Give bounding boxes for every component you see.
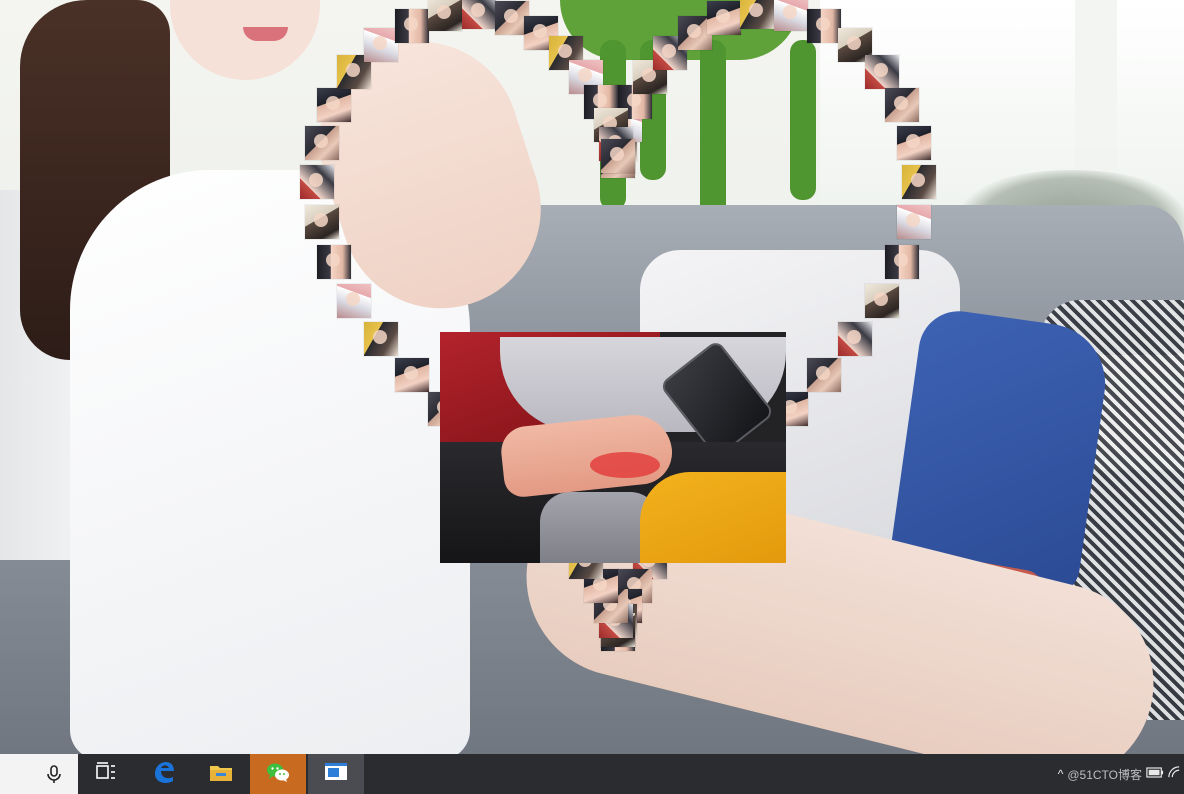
heart-thumbnail[interactable] (428, 0, 462, 31)
heart-thumbnail[interactable] (885, 245, 919, 279)
heart-thumbnail[interactable] (885, 88, 919, 122)
taskbar-search-box[interactable] (0, 754, 78, 794)
heart-thumbnail[interactable] (462, 0, 496, 29)
heart-thumbnail[interactable] (395, 358, 429, 392)
heart-thumbnail[interactable] (807, 9, 841, 43)
heart-thumbnail[interactable] (317, 88, 351, 122)
task-view-button[interactable] (78, 754, 134, 794)
heart-thumbnail[interactable] (317, 245, 351, 279)
heart-thumbnail[interactable] (865, 55, 899, 89)
heart-thumbnail[interactable] (300, 165, 334, 199)
edge-button[interactable] (136, 754, 192, 794)
watermark-text: @51CTO博客 (1067, 767, 1142, 782)
heart-thumbnail[interactable] (395, 9, 429, 43)
heart-thumbnail[interactable] (305, 126, 339, 160)
heart-thumbnail[interactable] (707, 1, 741, 35)
wifi-icon[interactable] (1168, 765, 1180, 783)
app-window-button[interactable] (308, 754, 364, 794)
taskbar: ^ @51CTO博客 (0, 754, 1184, 794)
photo-yellow-sweater (640, 472, 786, 563)
heart-thumbnail[interactable] (897, 126, 931, 160)
wechat-button[interactable] (250, 754, 306, 794)
heart-thumbnail[interactable] (364, 28, 398, 62)
wechat-icon (265, 759, 291, 790)
window-icon (323, 759, 349, 790)
task-view-icon (93, 759, 119, 790)
heart-thumbnail[interactable] (838, 322, 872, 356)
edge-icon (151, 759, 177, 790)
folder-icon (208, 759, 234, 790)
heart-thumbnail[interactable] (305, 205, 339, 239)
heart-thumbnail[interactable] (601, 139, 635, 173)
heart-thumbnail[interactable] (865, 284, 899, 318)
heart-thumbnail[interactable] (902, 165, 936, 199)
heart-thumbnail[interactable] (740, 0, 774, 29)
center-photo[interactable] (440, 332, 786, 563)
show-hidden-icons-chevron[interactable]: ^ (1058, 767, 1064, 781)
microphone-icon[interactable] (44, 764, 64, 784)
photo-lipstick-swatch (590, 452, 660, 478)
heart-thumbnail[interactable] (897, 205, 931, 239)
system-tray: ^ @51CTO博客 (1058, 754, 1184, 794)
heart-thumbnail[interactable] (774, 0, 808, 31)
heart-thumbnail[interactable] (807, 358, 841, 392)
heart-thumbnail[interactable] (364, 322, 398, 356)
file-explorer-button[interactable] (193, 754, 249, 794)
heart-thumbnail[interactable] (337, 284, 371, 318)
battery-icon[interactable] (1146, 765, 1164, 783)
